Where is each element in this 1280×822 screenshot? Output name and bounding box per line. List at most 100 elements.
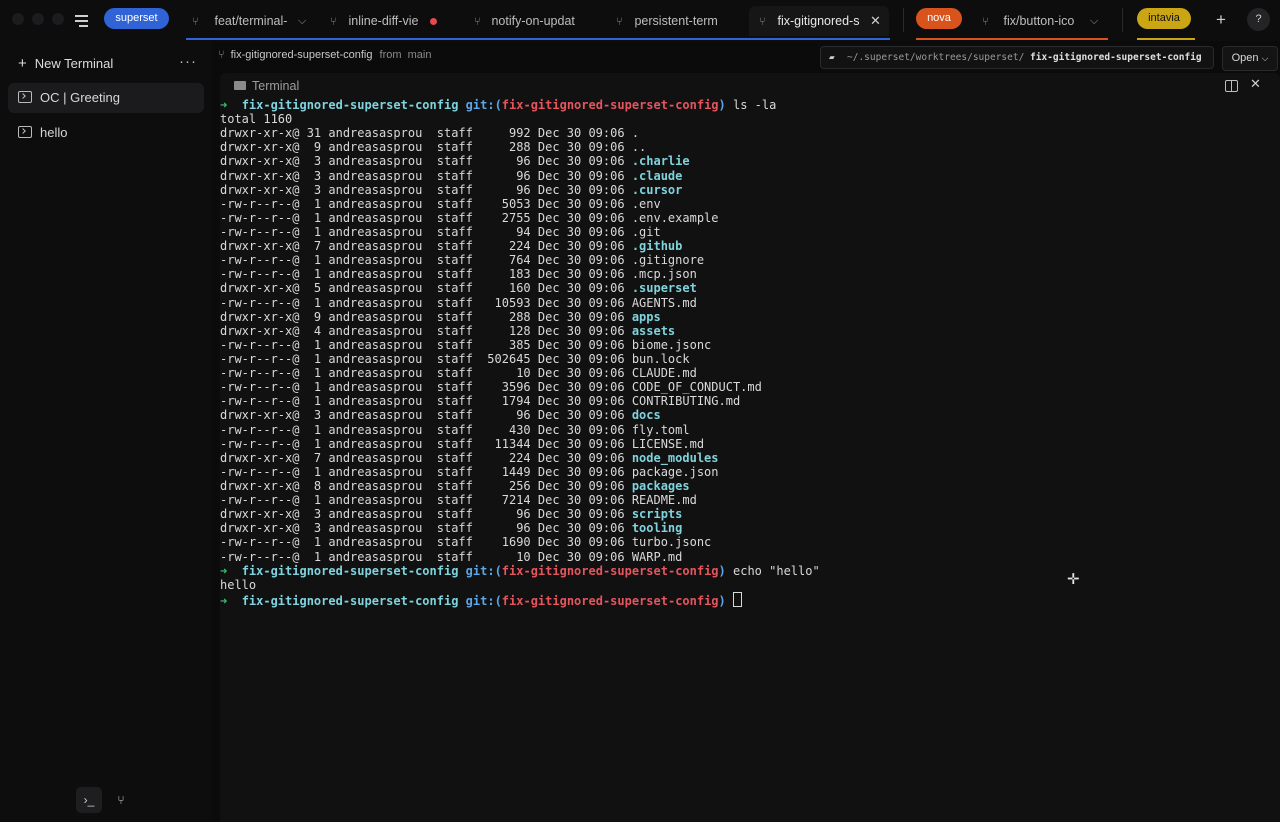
- listing-directory-name: assets: [631, 323, 676, 338]
- listing-row: -rw-r--r--@ 1 andreasasprou staff 1449 D…: [220, 465, 1280, 479]
- help-icon[interactable]: ?: [1247, 8, 1270, 31]
- terminal-output[interactable]: ➜ fix-gitignored-superset-config git:(fi…: [220, 98, 1280, 608]
- listing-meta: -rw-r--r--@ 1 andreasasprou staff 7214 D…: [220, 493, 632, 508]
- tab-persistent-terminal[interactable]: ⑂ persistent-term: [612, 6, 724, 36]
- listing-file-name: .mcp.json: [631, 267, 697, 282]
- top-bar: superset ⑂ feat/terminal- ⌵ ⑂ inline-dif…: [0, 0, 1280, 41]
- listing-meta: -rw-r--r--@ 1 andreasasprou staff 10593 …: [220, 295, 632, 310]
- tab-inline-diff[interactable]: ⑂ inline-diff-vie: [326, 6, 446, 36]
- git-branch-icon: ⑂: [330, 16, 337, 28]
- listing-row: drwxr-xr-x@ 5 andreasasprou staff 160 De…: [220, 281, 1280, 295]
- listing-file-name: WARP.md: [631, 549, 683, 564]
- close-icon[interactable]: ✕: [1250, 76, 1261, 92]
- workspace-tab-underline: [916, 38, 1108, 40]
- listing-file-name: LICENSE.md: [631, 436, 705, 451]
- window-zoom-control[interactable]: [52, 13, 64, 25]
- prompt-directory: fix-gitignored-superset-config: [241, 563, 459, 578]
- tab-fix-button-icon[interactable]: ⑂ fix/button-ico ⌵: [976, 6, 1106, 36]
- git-branch-icon: ⑂: [759, 16, 766, 28]
- listing-row: drwxr-xr-x@ 3 andreasasprou staff 96 Dec…: [220, 408, 1280, 422]
- prompt-git-label: git:(: [465, 98, 502, 112]
- listing-meta: drwxr-xr-x@ 8 andreasasprou staff 256 De…: [220, 478, 632, 493]
- tab-fix-gitignored[interactable]: ⑂ fix-gitignored-s ✕: [749, 6, 889, 36]
- listing-meta: -rw-r--r--@ 1 andreasasprou staff 502645…: [220, 351, 632, 366]
- listing-row: -rw-r--r--@ 1 andreasasprou staff 3596 D…: [220, 380, 1280, 394]
- workspace-nova[interactable]: nova: [916, 8, 962, 29]
- menu-icon[interactable]: [72, 10, 92, 30]
- listing-row: -rw-r--r--@ 1 andreasasprou staff 7214 D…: [220, 493, 1280, 507]
- listing-meta: -rw-r--r--@ 1 andreasasprou staff 764 De…: [220, 253, 632, 268]
- sidebar-item-hello[interactable]: hello: [8, 118, 204, 148]
- open-button[interactable]: Open ⌵: [1222, 46, 1278, 71]
- listing-row: -rw-r--r--@ 1 andreasasprou staff 183 De…: [220, 267, 1280, 281]
- prompt-git-label: ): [718, 563, 726, 578]
- listing-directory-name: .cursor: [631, 182, 683, 197]
- terminal-pane[interactable]: Terminal ✕ ➜ fix-gitignored-superset-con…: [220, 73, 1280, 822]
- terminal-icon: [18, 91, 32, 103]
- listing-row: drwxr-xr-x@ 7 andreasasprou staff 224 De…: [220, 451, 1280, 465]
- divider: [903, 8, 904, 32]
- prompt-git-label: git:(: [465, 593, 502, 608]
- new-terminal-button[interactable]: + New Terminal: [18, 55, 113, 72]
- listing-meta: drwxr-xr-x@ 3 andreasasprou staff 96 Dec…: [220, 168, 632, 183]
- git-branch-icon: ⑂: [982, 16, 989, 28]
- listing-meta: -rw-r--r--@ 1 andreasasprou staff 94 Dec…: [220, 224, 632, 239]
- terminal-prompt-line: ➜ fix-gitignored-superset-config git:(fi…: [220, 564, 1280, 578]
- prompt-git-label: git:(: [465, 563, 502, 578]
- terminal-view-icon[interactable]: ›_: [76, 787, 102, 813]
- listing-file-name: bun.lock: [631, 351, 690, 366]
- listing-row: -rw-r--r--@ 1 andreasasprou staff 764 De…: [220, 253, 1280, 267]
- listing-row: -rw-r--r--@ 1 andreasasprou staff 1794 D…: [220, 394, 1280, 408]
- listing-row: drwxr-xr-x@ 3 andreasasprou staff 96 Dec…: [220, 169, 1280, 183]
- sidebar-item-oc-greeting[interactable]: OC | Greeting: [8, 83, 204, 113]
- prompt-git-label: ): [718, 98, 726, 112]
- terminal-cursor: [733, 591, 743, 607]
- chevron-down-icon[interactable]: ⌵: [298, 6, 306, 36]
- workspace-intavia[interactable]: intavia: [1137, 8, 1191, 29]
- worktree-path[interactable]: ▰ ~/.superset/worktrees/superset/ fix-git…: [820, 46, 1214, 69]
- listing-file-name: ..: [631, 140, 647, 155]
- listing-row: drwxr-xr-x@ 3 andreasasprou staff 96 Dec…: [220, 183, 1280, 197]
- listing-row: -rw-r--r--@ 1 andreasasprou staff 5053 D…: [220, 197, 1280, 211]
- pane-title: Terminal: [234, 79, 299, 93]
- prompt-git-branch: fix-gitignored-superset-config: [501, 593, 719, 608]
- close-tab-icon[interactable]: ✕: [870, 6, 881, 36]
- listing-meta: drwxr-xr-x@ 31 andreasasprou staff 992 D…: [220, 126, 632, 141]
- terminal-prompt-line: ➜ fix-gitignored-superset-config git:(fi…: [220, 591, 1280, 608]
- breadcrumb: ⑂ fix-gitignored-superset-config from mai…: [218, 49, 432, 61]
- listing-row: -rw-r--r--@ 1 andreasasprou staff 10 Dec…: [220, 366, 1280, 380]
- listing-directory-name: scripts: [631, 507, 683, 522]
- listing-directory-name: .claude: [631, 168, 683, 183]
- listing-row: -rw-r--r--@ 1 andreasasprou staff 10593 …: [220, 296, 1280, 310]
- chevron-down-icon[interactable]: ⌵: [1090, 6, 1098, 36]
- echo-output: hello: [220, 577, 257, 592]
- tab-feat-terminal[interactable]: ⑂ feat/terminal- ⌵: [186, 6, 314, 36]
- more-options-icon[interactable]: ···: [179, 53, 197, 70]
- sidebar: + New Terminal ··· OC | Greeting hello ›_…: [0, 41, 212, 822]
- window-close-control[interactable]: [12, 13, 24, 25]
- workspace-superset[interactable]: superset: [104, 8, 169, 29]
- plus-icon[interactable]: +: [1210, 9, 1232, 31]
- listing-row: -rw-r--r--@ 1 andreasasprou staff 2755 D…: [220, 211, 1280, 225]
- window-minimize-control[interactable]: [32, 13, 44, 25]
- listing-file-name: turbo.jsonc: [631, 535, 712, 550]
- listing-row: drwxr-xr-x@ 7 andreasasprou staff 224 De…: [220, 239, 1280, 253]
- listing-file-name: .env: [631, 196, 661, 211]
- listing-row: drwxr-xr-x@ 8 andreasasprou staff 256 De…: [220, 479, 1280, 493]
- git-branch-icon[interactable]: ⑂: [108, 787, 134, 813]
- listing-meta: -rw-r--r--@ 1 andreasasprou staff 2755 D…: [220, 210, 632, 225]
- listing-meta: -rw-r--r--@ 1 andreasasprou staff 1794 D…: [220, 394, 632, 409]
- listing-meta: -rw-r--r--@ 1 andreasasprou staff 1449 D…: [220, 464, 632, 479]
- listing-directory-name: .superset: [631, 281, 697, 296]
- listing-meta: -rw-r--r--@ 1 andreasasprou staff 5053 D…: [220, 196, 632, 211]
- folder-icon: [234, 81, 246, 90]
- listing-meta: drwxr-xr-x@ 3 andreasasprou staff 96 Dec…: [220, 507, 632, 522]
- prompt-git-branch: fix-gitignored-superset-config: [501, 563, 719, 578]
- listing-total: total 1160: [220, 112, 293, 127]
- tab-notify-on-update[interactable]: ⑂ notify-on-updat: [470, 6, 580, 36]
- split-pane-icon[interactable]: [1225, 80, 1238, 92]
- listing-file-name: package.json: [631, 464, 719, 479]
